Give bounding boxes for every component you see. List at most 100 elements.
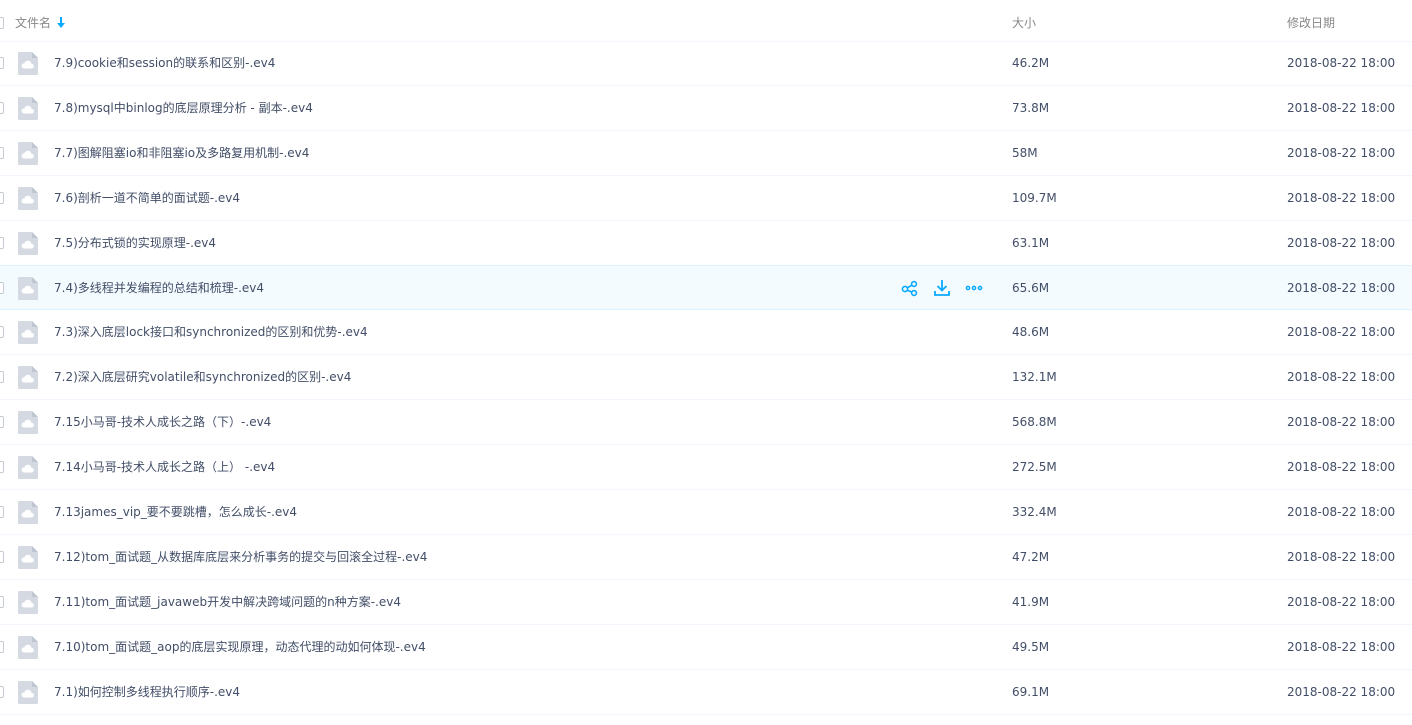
file-row[interactable]: 7.5)分布式锁的实现原理-.ev4 63.1M 2018-08-22 18:00 bbox=[0, 221, 1412, 266]
file-list: 7.9)cookie和session的联系和区别-.ev4 46.2M 2018-0… bbox=[0, 41, 1412, 715]
file-row[interactable]: 7.7)图解阻塞io和非阻塞io及多路复用机制-.ev4 58M 2018-08-2… bbox=[0, 131, 1412, 176]
file-name[interactable]: 7.6)剖析一道不简单的面试题-.ev4 bbox=[54, 190, 240, 206]
file-name[interactable]: 7.4)多线程并发编程的总结和梳理-.ev4 bbox=[54, 280, 264, 296]
file-row[interactable]: 7.11)tom_面试题_javaweb开发中解决跨域问题的n种方案-.ev4 4… bbox=[0, 580, 1412, 625]
file-size: 47.2M bbox=[1012, 550, 1050, 564]
row-checkbox[interactable] bbox=[0, 192, 4, 204]
file-name[interactable]: 7.14小马哥-技术人成长之路（上） -.ev4 bbox=[54, 459, 275, 475]
file-row[interactable]: 7.8)mysql中binlog的底层原理分析 - 副本-.ev4 73.8M 20… bbox=[0, 86, 1412, 131]
row-checkbox[interactable] bbox=[0, 551, 4, 563]
file-date: 2018-08-22 18:00 bbox=[1287, 415, 1396, 429]
cloud-file-icon bbox=[17, 51, 39, 76]
arrow-down-icon[interactable] bbox=[57, 16, 65, 29]
file-date: 2018-08-22 18:00 bbox=[1287, 505, 1396, 519]
file-date: 2018-08-22 18:00 bbox=[1287, 550, 1396, 564]
more-icon[interactable] bbox=[964, 278, 984, 298]
row-checkbox[interactable] bbox=[0, 641, 4, 653]
row-checkbox[interactable] bbox=[0, 506, 4, 518]
file-date: 2018-08-22 18:00 bbox=[1287, 191, 1396, 205]
file-name[interactable]: 7.13james_vip_要不要跳槽，怎么成长-.ev4 bbox=[54, 504, 297, 520]
row-checkbox[interactable] bbox=[0, 282, 4, 294]
file-date: 2018-08-22 18:00 bbox=[1287, 281, 1396, 295]
file-row[interactable]: 7.10)tom_面试题_aop的底层实现原理，动态代理的动如何体现-.ev4 4… bbox=[0, 625, 1412, 670]
row-checkbox[interactable] bbox=[0, 237, 4, 249]
cloud-file-icon bbox=[17, 500, 39, 525]
row-checkbox[interactable] bbox=[0, 102, 4, 114]
file-name[interactable]: 7.15小马哥-技术人成长之路（下）-.ev4 bbox=[54, 414, 271, 430]
file-name[interactable]: 7.12)tom_面试题_从数据库底层来分析事务的提交与回滚全过程-.ev4 bbox=[54, 549, 427, 565]
file-date: 2018-08-22 18:00 bbox=[1287, 640, 1396, 654]
file-size: 41.9M bbox=[1012, 595, 1050, 609]
file-name[interactable]: 7.9)cookie和session的联系和区别-.ev4 bbox=[54, 55, 275, 71]
file-name[interactable]: 7.5)分布式锁的实现原理-.ev4 bbox=[54, 235, 216, 251]
cloud-file-icon bbox=[17, 320, 39, 345]
row-checkbox[interactable] bbox=[0, 461, 4, 473]
cloud-file-icon bbox=[17, 231, 39, 256]
file-date: 2018-08-22 18:00 bbox=[1287, 370, 1396, 384]
file-date: 2018-08-22 18:00 bbox=[1287, 146, 1396, 160]
file-name[interactable]: 7.7)图解阻塞io和非阻塞io及多路复用机制-.ev4 bbox=[54, 145, 309, 161]
file-name[interactable]: 7.10)tom_面试题_aop的底层实现原理，动态代理的动如何体现-.ev4 bbox=[54, 639, 426, 655]
file-size: 132.1M bbox=[1012, 370, 1057, 384]
file-row[interactable]: 7.13james_vip_要不要跳槽，怎么成长-.ev4 332.4M 2018-… bbox=[0, 490, 1412, 535]
cloud-file-icon bbox=[17, 545, 39, 570]
cloud-file-icon bbox=[17, 635, 39, 660]
row-checkbox[interactable] bbox=[0, 147, 4, 159]
cloud-file-icon bbox=[17, 276, 39, 301]
file-name[interactable]: 7.3)深入底层lock接口和synchronized的区别和优势-.ev4 bbox=[54, 324, 368, 340]
file-size: 63.1M bbox=[1012, 236, 1050, 250]
file-row[interactable]: 7.14小马哥-技术人成长之路（上） -.ev4 272.5M 2018-08-22… bbox=[0, 445, 1412, 490]
cloud-file-icon bbox=[17, 455, 39, 480]
cloud-file-icon bbox=[17, 365, 39, 390]
cloud-file-icon bbox=[17, 590, 39, 615]
cloud-file-icon bbox=[17, 410, 39, 435]
file-size: 69.1M bbox=[1012, 685, 1050, 699]
file-date: 2018-08-22 18:00 bbox=[1287, 460, 1396, 474]
file-date: 2018-08-22 18:00 bbox=[1287, 685, 1396, 699]
row-checkbox[interactable] bbox=[0, 57, 4, 69]
file-date: 2018-08-22 18:00 bbox=[1287, 325, 1396, 339]
file-size: 109.7M bbox=[1012, 191, 1057, 205]
share-icon[interactable] bbox=[900, 278, 920, 298]
file-size: 73.8M bbox=[1012, 101, 1050, 115]
column-header-name[interactable]: 文件名 bbox=[15, 15, 51, 31]
cloud-file-icon bbox=[17, 680, 39, 705]
row-checkbox[interactable] bbox=[0, 326, 4, 338]
cloud-file-icon bbox=[17, 186, 39, 211]
file-row[interactable]: 7.12)tom_面试题_从数据库底层来分析事务的提交与回滚全过程-.ev4 47… bbox=[0, 535, 1412, 580]
row-checkbox[interactable] bbox=[0, 686, 4, 698]
row-checkbox[interactable] bbox=[0, 416, 4, 428]
file-size: 332.4M bbox=[1012, 505, 1057, 519]
file-date: 2018-08-22 18:00 bbox=[1287, 236, 1396, 250]
row-checkbox[interactable] bbox=[0, 596, 4, 608]
file-list-header: 文件名 大小 修改日期 bbox=[0, 0, 1412, 42]
download-icon[interactable] bbox=[932, 278, 952, 298]
column-header-size[interactable]: 大小 bbox=[1012, 15, 1036, 31]
file-size: 272.5M bbox=[1012, 460, 1057, 474]
file-date: 2018-08-22 18:00 bbox=[1287, 56, 1396, 70]
file-name[interactable]: 7.2)深入底层研究volatile和synchronized的区别-.ev4 bbox=[54, 369, 351, 385]
file-name[interactable]: 7.11)tom_面试题_javaweb开发中解决跨域问题的n种方案-.ev4 bbox=[54, 594, 401, 610]
file-name[interactable]: 7.8)mysql中binlog的底层原理分析 - 副本-.ev4 bbox=[54, 100, 313, 116]
file-size: 568.8M bbox=[1012, 415, 1057, 429]
file-date: 2018-08-22 18:00 bbox=[1287, 595, 1396, 609]
file-row[interactable]: 7.9)cookie和session的联系和区别-.ev4 46.2M 2018-0… bbox=[0, 41, 1412, 86]
file-name[interactable]: 7.1)如何控制多线程执行顺序-.ev4 bbox=[54, 684, 240, 700]
file-size: 58M bbox=[1012, 146, 1038, 160]
file-row[interactable]: 7.2)深入底层研究volatile和synchronized的区别-.ev4 1… bbox=[0, 355, 1412, 400]
cloud-file-icon bbox=[17, 96, 39, 121]
file-row[interactable]: 7.6)剖析一道不简单的面试题-.ev4 109.7M 2018-08-22 18:… bbox=[0, 176, 1412, 221]
file-size: 49.5M bbox=[1012, 640, 1050, 654]
file-size: 65.6M bbox=[1012, 281, 1050, 295]
file-date: 2018-08-22 18:00 bbox=[1287, 101, 1396, 115]
row-checkbox[interactable] bbox=[0, 371, 4, 383]
column-header-date[interactable]: 修改日期 bbox=[1287, 15, 1335, 31]
file-size: 48.6M bbox=[1012, 325, 1050, 339]
select-all-checkbox[interactable] bbox=[0, 17, 4, 29]
file-row[interactable]: 7.15小马哥-技术人成长之路（下）-.ev4 568.8M 2018-08-22 … bbox=[0, 400, 1412, 445]
file-row[interactable]: 7.3)深入底层lock接口和synchronized的区别和优势-.ev4 48… bbox=[0, 310, 1412, 355]
cloud-file-icon bbox=[17, 141, 39, 166]
file-size: 46.2M bbox=[1012, 56, 1050, 70]
file-row[interactable]: 7.1)如何控制多线程执行顺序-.ev4 69.1M 2018-08-22 18:0… bbox=[0, 670, 1412, 715]
file-row[interactable]: 7.4)多线程并发编程的总结和梳理-.ev4 65.6M 2018-08-22 18… bbox=[0, 265, 1412, 310]
